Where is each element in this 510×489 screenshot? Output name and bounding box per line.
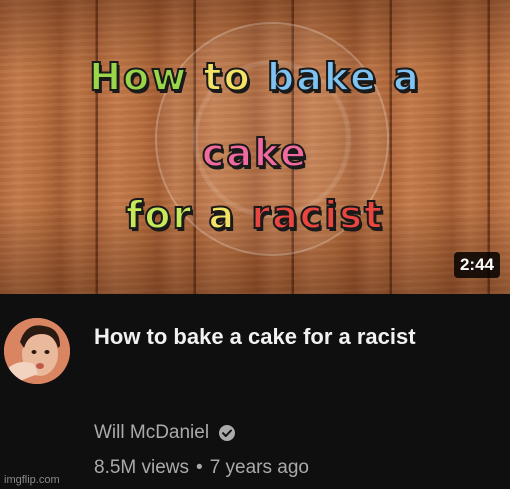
avatar-face-image [4, 318, 70, 384]
channel-row: Will McDaniel [94, 422, 237, 444]
thumbnail-word: How [88, 55, 189, 99]
verified-check-icon [219, 425, 236, 441]
view-count: 8.5M views [94, 457, 190, 478]
video-thumbnail[interactable]: How to bake a cake for a racist 2:44 [0, 0, 510, 294]
video-title[interactable]: How to bake a cake for a racist [94, 322, 474, 352]
thumbnail-word: cake [201, 131, 309, 175]
channel-name[interactable]: Will McDaniel [94, 422, 209, 444]
thumbnail-word: bake [266, 55, 378, 99]
video-duration-badge: 2:44 [453, 252, 500, 278]
thumbnail-title-line-1: How to bake a [0, 55, 510, 99]
thumbnail-word: to [202, 55, 252, 99]
thumbnail-word: racist [250, 193, 385, 237]
thumbnail-title-line-3: for a racist [0, 193, 510, 237]
thumbnail-title-line-2: cake [0, 131, 510, 175]
channel-avatar[interactable] [4, 318, 70, 384]
thumbnail-word: for [125, 193, 194, 237]
video-meta: 8.5M views • 7 years ago [94, 457, 309, 479]
upload-age: 7 years ago [209, 457, 309, 478]
imgflip-watermark: imgflip.com [4, 474, 60, 486]
meta-separator: • [196, 457, 203, 478]
thumbnail-word: a [392, 55, 421, 99]
thumbnail-word: a [208, 193, 237, 237]
